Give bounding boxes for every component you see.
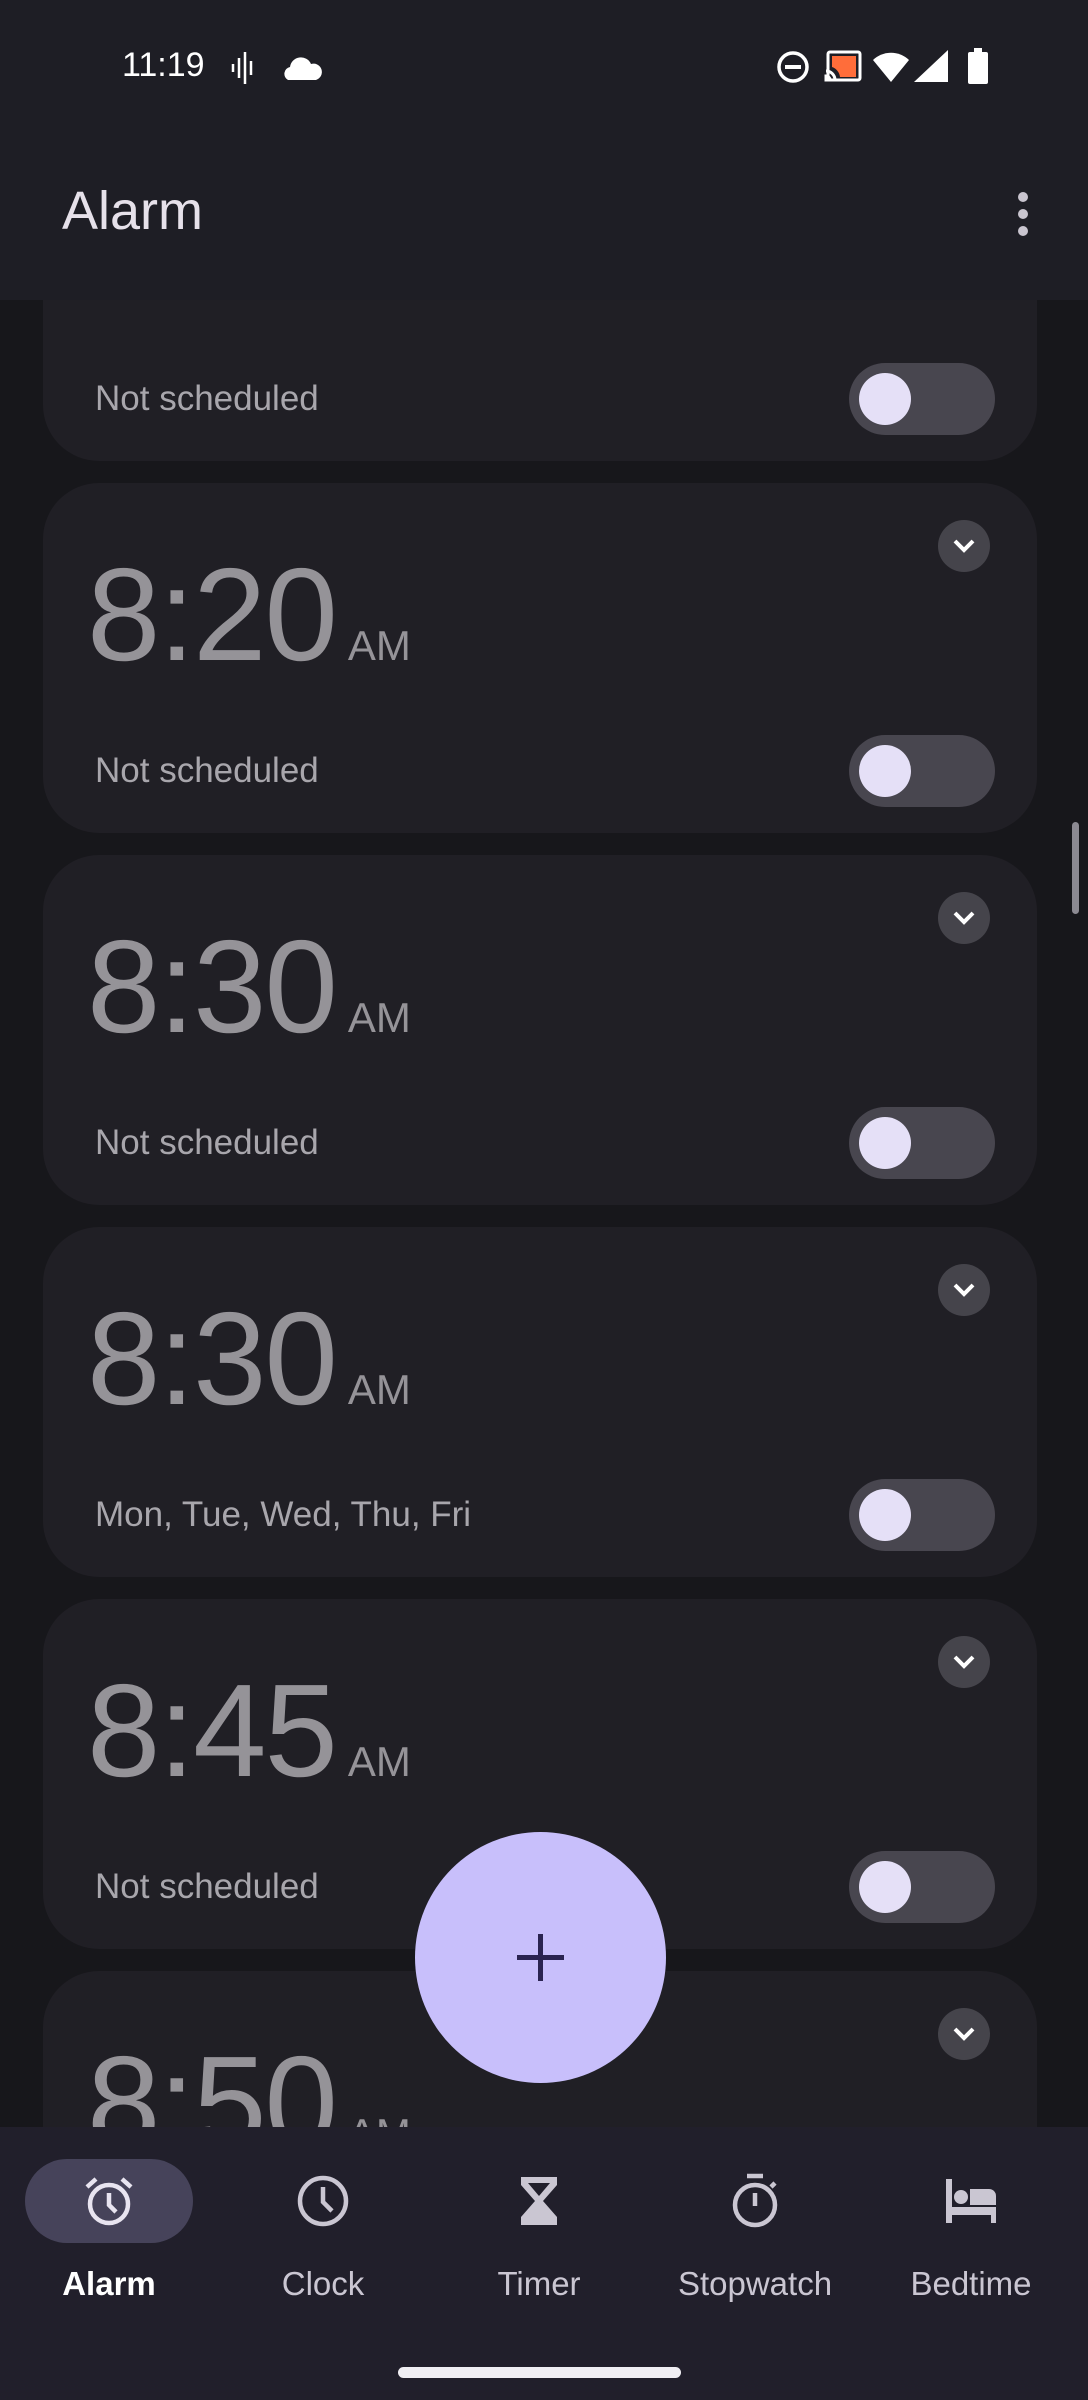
battery-icon [968, 48, 988, 84]
alarm-schedule: Mon, Tue, Wed, Thu, Fri [95, 1495, 472, 1534]
hourglass-icon [521, 2177, 557, 2225]
alarm-time[interactable]: 8:30 AM [87, 911, 411, 1062]
page-title: Alarm [62, 181, 204, 241]
app-bar: Alarm [0, 130, 1088, 300]
chevron-down-icon [953, 911, 975, 925]
sound-wave-icon [231, 52, 253, 84]
more-options-button[interactable] [1010, 192, 1036, 242]
wifi-icon [873, 52, 909, 82]
home-indicator[interactable] [398, 2367, 681, 2378]
nav-alarm[interactable]: Alarm [0, 2127, 218, 2327]
alarm-toggle[interactable] [849, 735, 995, 807]
chevron-down-icon [953, 2027, 975, 2041]
clock-icon [297, 2175, 349, 2227]
alarm-card[interactable]: 8:20 AM Not scheduled [43, 483, 1037, 833]
expand-button[interactable] [938, 1264, 990, 1316]
alarm-list: Not scheduled 8:20 AM Not scheduled 8:30 AM… [0, 0, 1088, 2127]
nav-timer[interactable]: Timer [430, 2127, 648, 2327]
alarm-toggle[interactable] [849, 1479, 995, 1551]
alarm-schedule: Not scheduled [95, 751, 319, 790]
expand-button[interactable] [938, 520, 990, 572]
alarm-icon [85, 2177, 133, 2226]
cloud-icon [284, 57, 322, 80]
nav-clock[interactable]: Clock [214, 2127, 432, 2327]
nav-bedtime[interactable]: Bedtime [862, 2127, 1080, 2327]
chevron-down-icon [953, 1283, 975, 1297]
status-bar: 11:19 [0, 0, 1088, 130]
alarm-schedule: Not scheduled [95, 1123, 319, 1162]
alarm-time[interactable]: 8:20 AM [87, 539, 411, 690]
expand-button[interactable] [938, 2008, 990, 2060]
expand-button[interactable] [938, 1636, 990, 1688]
alarm-toggle[interactable] [849, 1851, 995, 1923]
expand-button[interactable] [938, 892, 990, 944]
stopwatch-icon [732, 2173, 778, 2228]
alarm-time[interactable]: 8:50AM [87, 2027, 411, 2127]
alarm-schedule: Not scheduled [95, 379, 319, 418]
alarm-time[interactable]: 8:45 AM [87, 1655, 411, 1806]
scrollbar[interactable] [1072, 822, 1079, 914]
alarm-card[interactable]: 8:30 AM Not scheduled [43, 855, 1037, 1205]
alarm-schedule: Not scheduled [95, 1867, 319, 1906]
alarm-toggle[interactable] [849, 1107, 995, 1179]
status-time: 11:19 [122, 46, 205, 84]
alarm-time[interactable]: 8:30 AM [87, 1283, 411, 1434]
chevron-down-icon [953, 1655, 975, 1669]
plus-icon [517, 1934, 564, 1981]
nav-stopwatch[interactable]: Stopwatch [646, 2127, 864, 2327]
more-vert-icon [1018, 192, 1028, 202]
alarm-toggle[interactable] [849, 363, 995, 435]
dnd-icon [777, 51, 809, 83]
bottom-navigation: Alarm Clock Timer Stopwatch Bedtime [0, 2127, 1088, 2400]
add-alarm-button[interactable] [415, 1832, 666, 2083]
chevron-down-icon [953, 539, 975, 553]
cast-icon [824, 50, 862, 82]
alarm-card[interactable]: 8:30 AM Mon, Tue, Wed, Thu, Fri [43, 1227, 1037, 1577]
signal-icon [914, 50, 948, 82]
bed-icon [946, 2179, 996, 2223]
